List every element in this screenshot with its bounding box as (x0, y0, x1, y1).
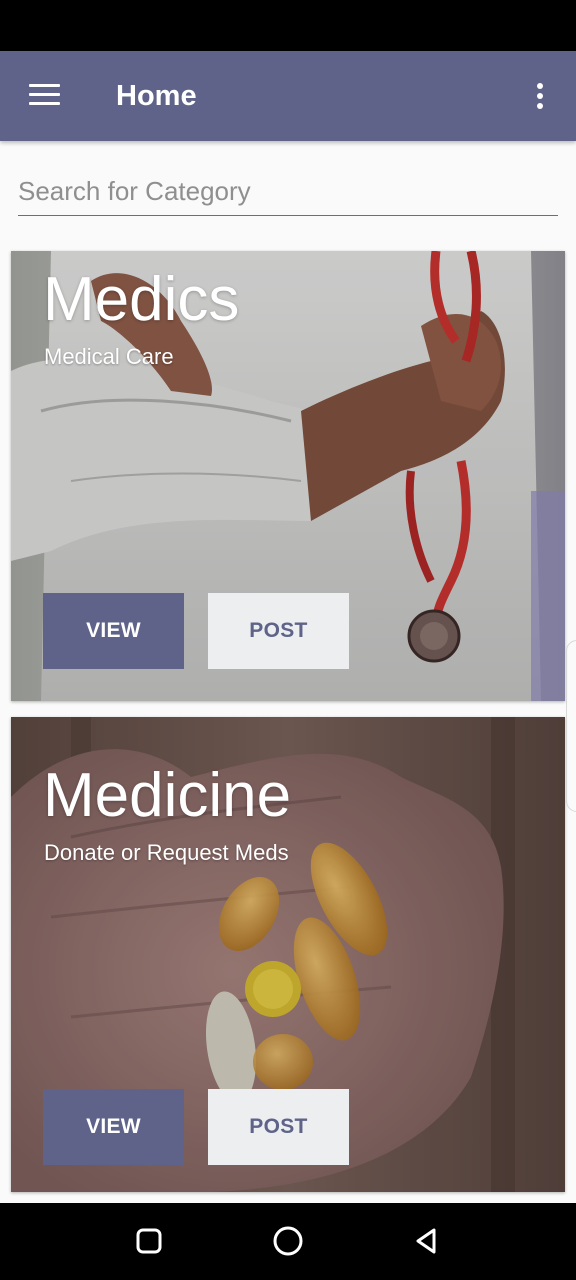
search-input[interactable] (18, 168, 558, 216)
card-subtitle: Medical Care (44, 344, 174, 369)
view-button[interactable]: VIEW (43, 593, 184, 669)
post-button[interactable]: POST (208, 1089, 349, 1165)
triangle-back-icon[interactable] (405, 1221, 449, 1261)
category-card-medicine: Medicine Donate or Request Meds VIEW POS… (11, 717, 565, 1192)
system-navigation-bar (0, 1203, 576, 1280)
edge-panel-handle[interactable] (566, 640, 576, 812)
page-title: Home (116, 80, 197, 112)
view-button[interactable]: VIEW (43, 1089, 184, 1165)
app-bar: Home (0, 51, 576, 141)
status-bar (0, 0, 576, 51)
more-vertical-icon[interactable] (522, 75, 558, 119)
card-subtitle: Donate or Request Meds (44, 840, 289, 865)
hamburger-menu-icon[interactable] (18, 73, 70, 119)
square-recents-icon[interactable] (127, 1221, 171, 1261)
category-card-medics: Medics Medical Care VIEW POST (11, 251, 565, 701)
card-title: Medicine (43, 761, 292, 830)
card-title: Medics (43, 265, 240, 334)
circle-home-icon[interactable] (266, 1221, 310, 1261)
post-button[interactable]: POST (208, 593, 349, 669)
